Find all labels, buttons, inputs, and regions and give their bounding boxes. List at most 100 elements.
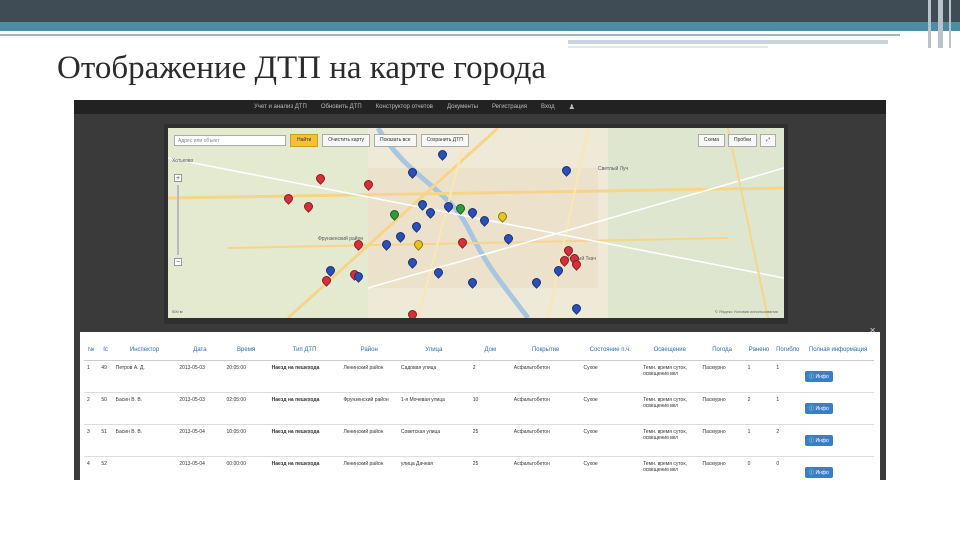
column-header[interactable]: Дата [176,340,224,361]
table-cell: Ленинский район [340,456,398,480]
table-cell: 4 [84,456,99,480]
table-cell: Советская улица [397,424,470,457]
table-cell: Наезд на пешехода [268,392,341,425]
table-cell: ⓘ Инфо [802,360,874,393]
info-label: Инфо [815,374,829,380]
zoom-out-button[interactable]: − [174,258,182,266]
table-cell: 0 [744,456,774,480]
nav-item[interactable]: Обновить ДТП [321,104,362,110]
table-cell: Сухое [580,424,641,457]
table-row[interactable]: 2 50 Басин В. В. 2013-05-03 02:05:00 Наезд на… [84,392,874,425]
table-cell: Темн. время суток, освещение вкл [640,456,700,480]
map-scale: 500 м [172,309,183,314]
table-cell [112,456,177,480]
table-cell: Басин В. В. [112,424,177,457]
nav-item[interactable]: Вход [541,104,555,110]
map-green-area [168,128,368,318]
table-cell: 25 [469,456,511,480]
column-header[interactable]: Дом [469,340,511,361]
column-header[interactable]: Ic [98,340,113,361]
info-button[interactable]: ⓘ Инфо [805,371,833,382]
app-navbar: Учет и анализ ДТП Обновить ДТП Конструктор… [74,100,886,114]
table-cell: Басин В. В. [112,392,177,425]
expand-icon[interactable]: ⤢ [759,134,776,147]
table-cell: ⓘ Инфо [802,392,874,425]
table-row[interactable]: 4 52 2013-05-04 00:00:00 Наезд на пешехода Ле… [84,456,874,480]
info-button[interactable]: ⓘ Инфо [805,403,833,414]
nav-item[interactable]: Конструктор отчетов [376,104,433,110]
table-cell: Сухое [580,360,641,393]
info-button[interactable]: ⓘ Инфо [805,435,833,446]
map-search-button[interactable]: Найти [290,133,319,147]
table-cell: Ленинский район [340,424,398,457]
column-header[interactable]: № [84,340,99,361]
column-header[interactable]: Ранено [744,340,774,361]
save-accidents-button[interactable]: Сохранить ДТП [420,133,469,147]
table-cell: 2 [84,392,99,425]
column-header[interactable]: Тип ДТП [268,340,341,361]
table-cell: 1 [744,424,774,457]
table-header-row: № Ic Инспектор Дата Время Тип ДТП Район Улица До… [84,340,874,361]
show-all-button[interactable]: Показать все [374,133,417,147]
table-cell: 2013-05-03 [176,392,224,425]
table-cell: Наезд на пешехода [268,424,341,457]
table-cell: Темн. время суток, освещение вкл [640,392,700,425]
column-header[interactable]: Погода [699,340,745,361]
slide-corner-bar [938,0,943,48]
map-search-input[interactable]: Адрес или объект [174,134,286,146]
zoom-control: + − [174,174,182,268]
map-label: Светлый Луч [598,166,629,172]
close-icon[interactable]: ✕ [869,326,876,335]
table-cell: 1 [773,392,803,425]
slide-top-band [0,0,960,22]
column-header[interactable]: Время [223,340,269,361]
table-cell: 00:00:00 [223,456,269,480]
column-header[interactable]: Район [340,340,398,361]
nav-item[interactable]: Регистрация [492,104,527,110]
column-header[interactable]: Покрытие [510,340,581,361]
slide-top-line [568,40,888,44]
table-cell: 2013-05-04 [176,424,224,457]
zoom-slider[interactable] [177,185,179,255]
column-header[interactable]: Улица [397,340,470,361]
layer-traffic-button[interactable]: Пробки [727,134,757,147]
table-cell: Сухое [580,456,641,480]
column-header[interactable]: Состояние п.ч. [580,340,641,361]
map-green-area [608,128,784,318]
table-cell: Пасмурно [699,456,745,480]
nav-item[interactable]: Учет и анализ ДТП [254,104,307,110]
column-header[interactable]: Погибло [773,340,803,361]
table-cell: 51 [98,424,113,457]
column-header[interactable]: Инспектор [112,340,177,361]
table-cell: 2 [469,360,511,393]
table-row[interactable]: 1 49 Петров А. Д. 2013-05-03 20:05:00 Наезд н… [84,360,874,393]
column-header[interactable]: Полная информация [802,340,874,361]
accidents-table-panel: ✕ № Ic Инспектор Дата Время Тип ДТП Район Улица… [80,326,880,480]
table-cell: 20:05:00 [223,360,269,393]
table-cell: Пасмурно [699,360,745,393]
info-label: Инфо [815,438,829,444]
info-label: Инфо [815,406,829,412]
table-cell: Ленинский район [340,360,398,393]
table-cell: 52 [98,456,113,480]
slide-top-line [568,46,768,48]
info-button[interactable]: ⓘ Инфо [805,467,833,478]
map-toolbar: Адрес или объект Найти Очистить карту По… [174,133,469,147]
slide-corner-bar [949,0,951,48]
slide-corner-bar [928,0,931,48]
user-icon[interactable]: ♟ [569,103,575,111]
table-cell: Темн. время суток, освещение вкл [640,360,700,393]
map-background [168,128,784,318]
zoom-in-button[interactable]: + [174,174,182,182]
table-row[interactable]: 3 51 Басин В. В. 2013-05-04 10:05:00 Наезд на… [84,424,874,457]
city-map[interactable]: Адрес или объект Найти Очистить карту По… [168,128,784,318]
table-cell: Пасмурно [699,392,745,425]
map-frame: Адрес или объект Найти Очистить карту По… [164,124,788,324]
table-cell: 49 [98,360,113,393]
accidents-table: № Ic Инспектор Дата Время Тип ДТП Район Улица До… [84,340,874,480]
clear-map-button[interactable]: Очистить карту [322,133,371,147]
nav-item[interactable]: Документы [447,104,478,110]
column-header[interactable]: Освещение [640,340,700,361]
layer-scheme-button[interactable]: Схема [697,134,725,147]
table-cell: 1 [84,360,99,393]
